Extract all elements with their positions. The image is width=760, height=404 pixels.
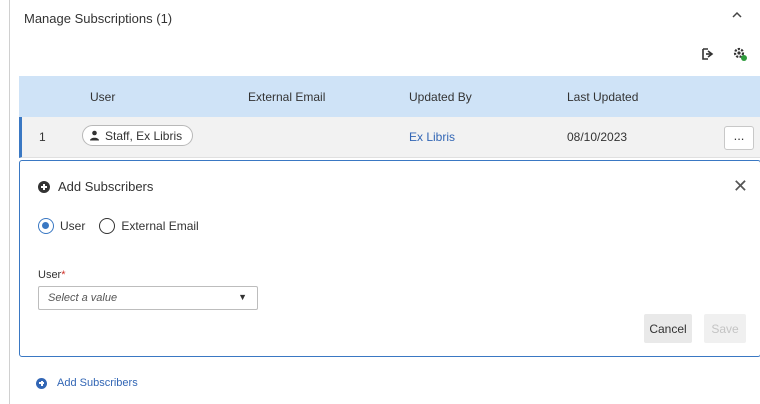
column-header-user[interactable]: User: [90, 90, 115, 104]
user-select-placeholder: Select a value: [48, 292, 118, 304]
radio-user[interactable]: User: [38, 218, 85, 234]
radio-external-email-circle[interactable]: [99, 218, 116, 234]
radio-external-email-label: External Email: [121, 219, 199, 233]
column-header-external-email[interactable]: External Email: [248, 90, 325, 104]
add-subscribers-label: Add Subscribers: [57, 377, 138, 389]
cancel-button[interactable]: Cancel: [644, 314, 692, 343]
close-icon[interactable]: ✕: [733, 177, 748, 195]
radio-user-circle[interactable]: [38, 218, 54, 234]
person-icon: [90, 130, 99, 141]
chevron-up-icon[interactable]: [730, 8, 744, 22]
required-mark: *: [61, 269, 66, 281]
section-title: Manage Subscriptions (1): [24, 11, 173, 26]
last-updated-cell: 08/10/2023: [567, 130, 628, 144]
column-header-updated-by[interactable]: Updated By: [409, 90, 472, 104]
subscriber-type-radios: User External Email: [38, 218, 213, 234]
radio-external-email[interactable]: External Email: [99, 218, 199, 234]
row-actions-button[interactable]: ...: [724, 126, 754, 150]
add-subscribers-panel: Add Subscribers ✕ User External Email Us…: [19, 160, 760, 357]
table-row[interactable]: 1 Staff, Ex Libris Ex Libris 08/10/2023 …: [19, 117, 760, 158]
user-name: Staff, Ex Libris: [105, 128, 183, 143]
radio-user-label: User: [60, 219, 86, 233]
chevron-down-icon: ▼: [238, 292, 247, 302]
updated-by-link[interactable]: Ex Libris: [409, 130, 455, 144]
user-field-label: User*: [38, 269, 66, 281]
plus-circle-icon: [38, 180, 50, 193]
panel-title-text: Add Subscribers: [58, 179, 154, 194]
user-chip[interactable]: Staff, Ex Libris: [82, 125, 194, 146]
subscriptions-section: Manage Subscriptions (1) User External E…: [9, 0, 760, 404]
row-index: 1: [39, 130, 46, 144]
save-button[interactable]: Save: [704, 314, 746, 343]
column-header-last-updated[interactable]: Last Updated: [567, 90, 638, 104]
table-header: User External Email Updated By Last Upda…: [19, 76, 760, 117]
add-subscribers-link[interactable]: Add Subscribers: [36, 377, 138, 389]
user-select[interactable]: Select a value ▼: [38, 286, 258, 310]
export-icon[interactable]: [700, 46, 716, 62]
gear-icon[interactable]: [732, 46, 748, 62]
panel-title: Add Subscribers: [38, 179, 153, 194]
user-field-label-text: User: [38, 269, 62, 281]
plus-circle-icon: [36, 377, 47, 389]
